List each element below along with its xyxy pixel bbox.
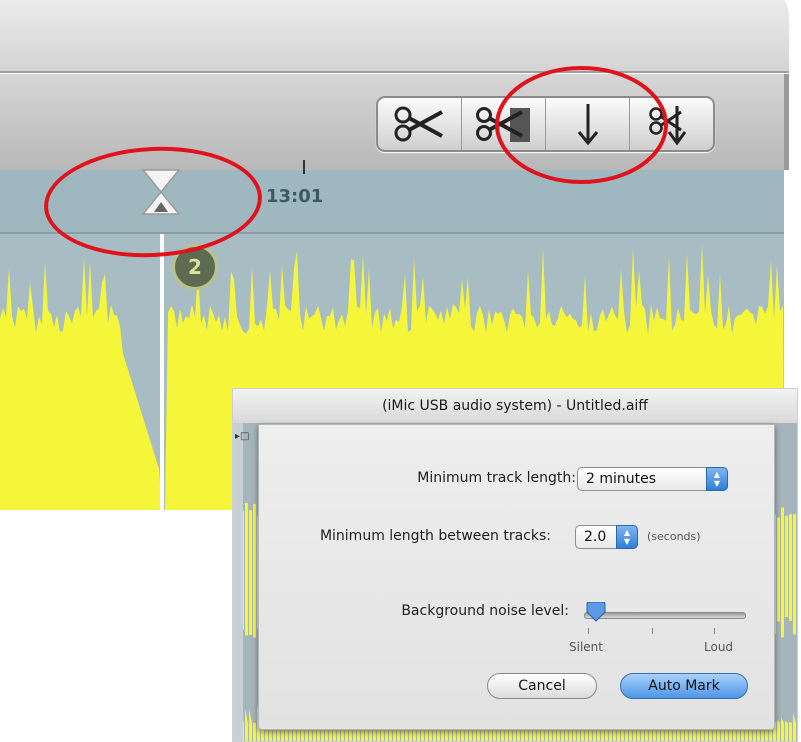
cancel-button[interactable]: Cancel xyxy=(487,673,597,699)
seconds-unit-label: (seconds) xyxy=(647,530,701,543)
slider-tick xyxy=(652,628,653,634)
min-track-length-value: 2 minutes xyxy=(586,471,657,487)
timeline-time-label: 13:01 xyxy=(266,186,324,207)
auto-mark-button[interactable]: Auto Mark xyxy=(620,673,748,699)
slider-tick xyxy=(714,628,715,634)
split-tool-button[interactable] xyxy=(378,98,462,150)
window-title: (iMic USB audio system) - Untitled.aiff xyxy=(233,389,797,424)
slider-tick xyxy=(588,628,589,634)
svg-text:▸□: ▸□ xyxy=(235,431,249,442)
slider-knob[interactable] xyxy=(585,602,607,622)
stepper-arrows-icon: ▲ ▼ xyxy=(706,467,728,491)
noise-level-slider[interactable] xyxy=(584,612,746,619)
playhead-line xyxy=(160,234,164,510)
ruler-tick xyxy=(303,160,305,174)
slider-min-label: Silent xyxy=(569,640,603,654)
scissors-icon xyxy=(394,106,443,142)
slider-max-label: Loud xyxy=(704,640,734,654)
min-track-length-select[interactable]: 2 minutes ▲ ▼ xyxy=(577,467,728,491)
auto-mark-sheet: Minimum track length: 2 minutes ▲ ▼ Minim… xyxy=(258,424,775,730)
min-between-select[interactable]: 2.0 ▲ ▼ xyxy=(575,525,638,549)
stepper-arrows-icon: ▲ ▼ xyxy=(616,525,638,549)
min-between-label: Minimum length between tracks: xyxy=(319,528,551,544)
noise-level-label: Background noise level: xyxy=(401,603,569,619)
auto-mark-window: (iMic USB audio system) - Untitled.aiff … xyxy=(232,388,798,742)
min-between-value: 2.0 xyxy=(584,529,607,545)
window-titlebar xyxy=(0,0,801,73)
min-track-length-label: Minimum track length: xyxy=(417,470,576,486)
annotation-circle-toolbar xyxy=(495,66,668,184)
